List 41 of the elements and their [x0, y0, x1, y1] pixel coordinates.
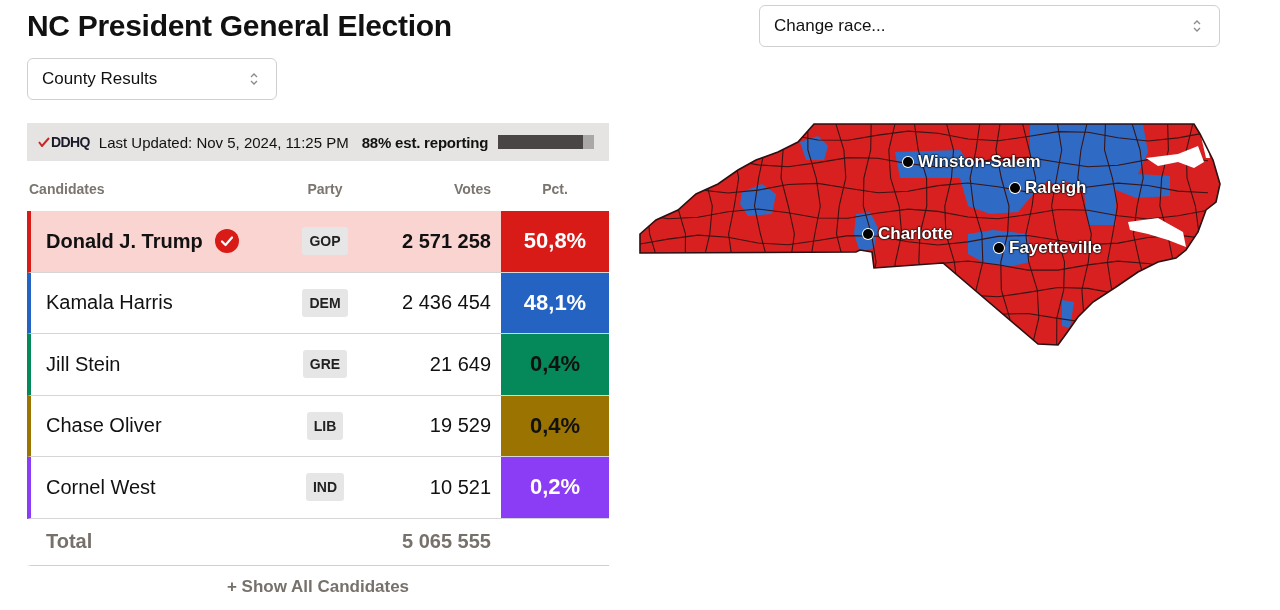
- candidate-name: Jill Stein: [46, 352, 121, 376]
- winner-check-icon: [214, 229, 239, 254]
- page-title: NC President General Election: [27, 8, 453, 44]
- city-marker-icon: [863, 229, 873, 239]
- vote-count: 19 529: [428, 414, 492, 438]
- chevron-updown-icon: [250, 72, 258, 86]
- percent-cell: 50,8%: [501, 211, 609, 272]
- column-header: Party: [306, 181, 344, 197]
- city-marker-icon: [994, 243, 1004, 253]
- percent-cell: 0,4%: [501, 395, 609, 456]
- column-header: Candidates: [28, 181, 106, 197]
- candidate-name: Chase Oliver: [46, 414, 162, 438]
- reporting-text: 88% est. reporting: [361, 133, 489, 151]
- candidate-name: Cornel West: [46, 475, 156, 499]
- party-badge: DEM: [302, 288, 348, 317]
- city-marker-icon: [903, 157, 913, 167]
- percent-cell: 48,1%: [501, 272, 609, 333]
- candidate-name: Kamala Harris: [46, 291, 173, 315]
- percent-cell: 0,2%: [501, 457, 609, 518]
- party-badge: LIB: [306, 411, 344, 440]
- party-badge: IND: [305, 473, 345, 502]
- view-select[interactable]: County Results: [27, 58, 277, 100]
- show-all-candidates-button[interactable]: + Show All Candidates: [220, 574, 416, 599]
- race-select[interactable]: Change race...: [759, 5, 1220, 47]
- column-header: Pct.: [541, 181, 569, 197]
- vote-count: 21 649: [428, 352, 492, 376]
- ddhq-logo: DDHQ: [51, 134, 90, 150]
- total-label: Total: [46, 530, 93, 553]
- vote-count: 2 571 258: [401, 229, 492, 253]
- party-badge: GOP: [302, 227, 348, 256]
- city-marker-icon: [1010, 183, 1020, 193]
- chevron-updown-icon: [1193, 19, 1201, 33]
- party-badge: GRE: [302, 350, 348, 379]
- last-updated-text: Last Updated: Nov 5, 2024, 11:25 PM: [98, 133, 349, 151]
- percent-cell: 0,4%: [501, 334, 609, 395]
- total-votes: 5 065 555: [401, 530, 492, 553]
- column-header: Votes: [452, 181, 492, 197]
- vote-count: 10 521: [428, 475, 492, 499]
- vote-count: 2 436 454: [401, 291, 492, 315]
- check-mark-icon: [38, 137, 50, 147]
- candidate-name: Donald J. Trump: [46, 229, 203, 253]
